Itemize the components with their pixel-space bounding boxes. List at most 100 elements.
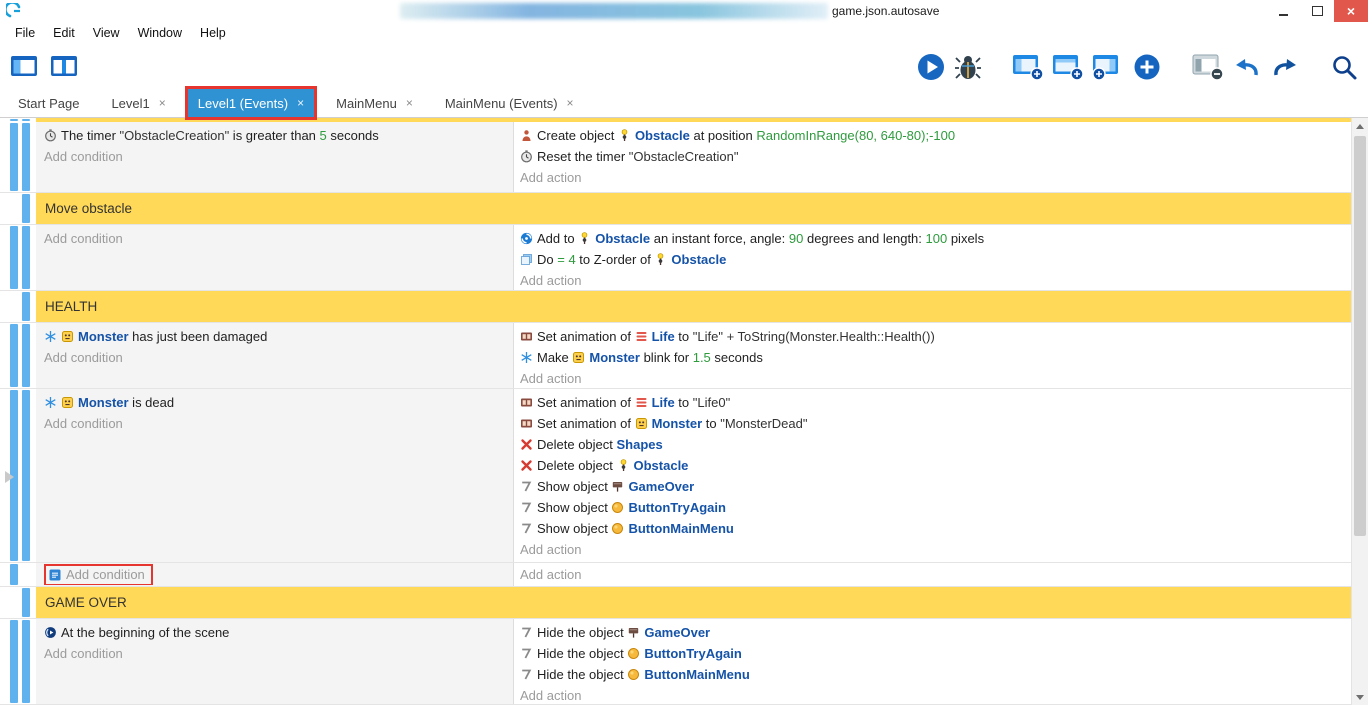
tab-start-page[interactable]: Start Page [8,89,89,117]
drag-handle[interactable] [10,226,18,289]
panel-minus-icon[interactable] [1192,53,1224,81]
scroll-up-button[interactable] [1352,118,1368,134]
life-icon [635,328,648,341]
conditions-cell[interactable]: At the beginning of the sceneAdd conditi… [36,619,514,704]
redo-arrow-icon[interactable] [1270,53,1300,81]
action-line[interactable]: Reset the timer "ObstacleCreation" [520,146,1346,167]
drag-handle[interactable] [22,620,30,703]
life-icon [635,394,648,407]
magnifier-icon[interactable] [1330,53,1358,81]
action-line[interactable]: Make Monster blink for 1.5 seconds [520,347,1346,368]
tab-mainmenu[interactable]: MainMenu× [326,89,423,117]
actions-cell[interactable]: Hide the object GameOverHide the object … [514,619,1352,704]
action-line[interactable]: Do = 4 to Z-order of Obstacle [520,249,1346,270]
drag-handle[interactable] [22,588,30,617]
tab-mainmenu-events[interactable]: MainMenu (Events)× [435,89,584,117]
panel-plus-icon-1[interactable] [1012,53,1044,81]
drag-handle[interactable] [10,620,18,703]
action-line[interactable]: Set animation of Life to "Life0" [520,392,1346,413]
drag-handle[interactable] [22,324,30,387]
drag-handle[interactable] [22,119,30,121]
actions-cell[interactable]: Create object Obstacle at position Rando… [514,122,1352,192]
object-name: ButtonTryAgain [644,646,742,661]
condition-line[interactable]: The timer "ObstacleCreation" is greater … [44,125,505,146]
actions-cell[interactable]: Set animation of Life to "Life" + ToStri… [514,323,1352,388]
action-line[interactable]: Hide the object ButtonMainMenu [520,664,1346,685]
group-header-health[interactable]: HEALTH [36,291,1352,322]
menu-file[interactable]: File [6,26,44,40]
menu-view[interactable]: View [84,26,129,40]
action-line[interactable]: Hide the object GameOver [520,622,1346,643]
actions-cell[interactable]: Set animation of Life to "Life0"Set anim… [514,389,1352,562]
add-action-placeholder[interactable]: Add action [520,685,1346,704]
panel-plus-icon-2[interactable] [1052,53,1084,81]
action-line[interactable]: Create object Obstacle at position Rando… [520,125,1346,146]
drag-handle[interactable] [10,119,18,121]
action-line[interactable]: Delete object Shapes [520,434,1346,455]
condition-line[interactable]: Monster has just been damaged [44,326,505,347]
scroll-down-button[interactable] [1352,689,1368,705]
actions-cell[interactable]: Add action [514,563,1352,586]
menu-edit[interactable]: Edit [44,26,84,40]
minimize-button[interactable] [1266,0,1300,22]
undo-arrow-icon[interactable] [1232,53,1262,81]
add-action-placeholder[interactable]: Add action [520,564,1346,585]
parameter-value: 100 [926,231,948,246]
group-header-game-over[interactable]: GAME OVER [36,587,1352,618]
menu-help[interactable]: Help [191,26,235,40]
maximize-button[interactable] [1300,0,1334,22]
conditions-cell[interactable]: Monster is deadAdd condition [36,389,514,562]
tab-level1[interactable]: Level1× [101,89,175,117]
group-header-move-obstacle[interactable]: Move obstacle [36,193,1352,224]
drag-handle[interactable] [22,123,30,191]
close-button[interactable]: × [1334,0,1368,22]
vertical-scrollbar[interactable] [1351,118,1368,705]
action-line[interactable]: Hide the object ButtonTryAgain [520,643,1346,664]
drag-handle[interactable] [22,226,30,289]
add-action-placeholder[interactable]: Add action [520,539,1346,560]
tab-close-icon[interactable]: × [406,96,413,110]
action-line[interactable]: Add to Obstacle an instant force, angle:… [520,228,1346,249]
bug-icon[interactable] [954,52,982,82]
add-condition-placeholder[interactable]: Add condition [44,146,505,167]
blue-panel-icon-2[interactable] [50,55,78,79]
add-condition-placeholder[interactable]: Add condition [66,567,145,582]
add-condition-placeholder[interactable]: Add condition [44,347,505,368]
condition-line[interactable]: Add condition [44,564,505,585]
action-line[interactable]: Show object ButtonMainMenu [520,518,1346,539]
tab-level1-events[interactable]: Level1 (Events)× [188,89,314,117]
tab-close-icon[interactable]: × [567,96,574,110]
circle-plus-icon[interactable] [1132,52,1162,82]
actions-cell[interactable]: Add to Obstacle an instant force, angle:… [514,225,1352,290]
conditions-cell[interactable]: Add condition [36,563,514,586]
action-line[interactable]: Show object GameOver [520,476,1346,497]
condition-line[interactable]: At the beginning of the scene [44,622,505,643]
add-condition-placeholder[interactable]: Add condition [44,228,505,249]
action-line[interactable]: Delete object Obstacle [520,455,1346,476]
drag-handle[interactable] [22,292,30,321]
menu-window[interactable]: Window [129,26,191,40]
conditions-cell[interactable]: Add condition [36,225,514,290]
conditions-cell[interactable]: The timer "ObstacleCreation" is greater … [36,122,514,192]
play-icon[interactable] [916,52,946,82]
panel-plus-icon-3[interactable] [1092,53,1124,81]
tab-close-icon[interactable]: × [297,96,304,110]
drag-handle[interactable] [10,324,18,387]
add-action-placeholder[interactable]: Add action [520,368,1346,388]
blue-panel-icon-1[interactable] [10,55,38,79]
drag-handle[interactable] [22,194,30,223]
drag-handle[interactable] [10,123,18,191]
tab-close-icon[interactable]: × [159,96,166,110]
action-line[interactable]: Show object ButtonTryAgain [520,497,1346,518]
drag-handle[interactable] [10,564,18,585]
conditions-cell[interactable]: Monster has just been damagedAdd conditi… [36,323,514,388]
drag-handle[interactable] [22,390,30,561]
add-action-placeholder[interactable]: Add action [520,270,1346,290]
add-action-placeholder[interactable]: Add action [520,167,1346,188]
action-line[interactable]: Set animation of Life to "Life" + ToStri… [520,326,1346,347]
add-condition-placeholder[interactable]: Add condition [44,643,505,664]
condition-line[interactable]: Monster is dead [44,392,505,413]
scrollbar-thumb[interactable] [1354,136,1366,536]
action-line[interactable]: Set animation of Monster to "MonsterDead… [520,413,1346,434]
add-condition-placeholder[interactable]: Add condition [44,413,505,434]
